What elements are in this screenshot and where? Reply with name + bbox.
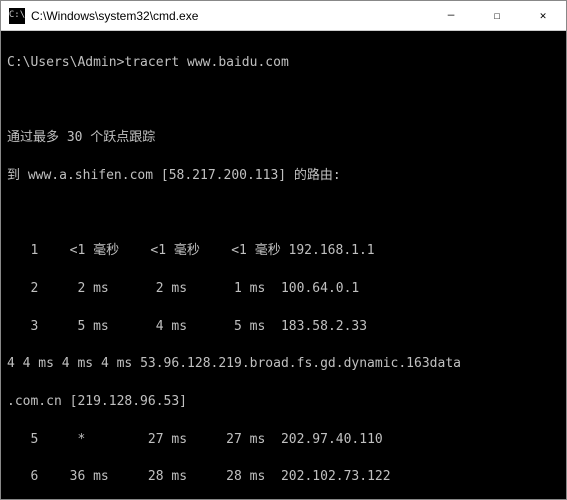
close-button[interactable]: ✕ [520,1,566,30]
blank-line [7,92,560,111]
hop-row-6: 6 36 ms 28 ms 28 ms 202.102.73.122 [7,468,560,487]
hop-row-5: 5 * 27 ms 27 ms 202.97.40.110 [7,431,560,450]
titlebar[interactable]: C:\ C:\Windows\system32\cmd.exe — ☐ ✕ [1,1,566,31]
minimize-button[interactable]: — [428,1,474,30]
cmd-window: C:\ C:\Windows\system32\cmd.exe — ☐ ✕ C:… [0,0,567,500]
hop-row-4-wrap: .com.cn [219.128.96.53] [7,393,560,412]
hop-row-1: 1 <1 毫秒 <1 毫秒 <1 毫秒 192.168.1.1 [7,242,560,261]
maximize-button[interactable]: ☐ [474,1,520,30]
trace-header-2: 到 www.a.shifen.com [58.217.200.113] 的路由: [7,167,560,186]
prompt-prefix: C:\Users\Admin> [7,55,124,70]
window-controls: — ☐ ✕ [428,1,566,30]
hop-row-2: 2 2 ms 2 ms 1 ms 100.64.0.1 [7,280,560,299]
cmd-icon: C:\ [9,8,25,24]
terminal-output[interactable]: C:\Users\Admin>tracert www.baidu.com 通过最… [1,31,566,499]
blank-line [7,205,560,224]
trace-header-1: 通过最多 30 个跃点跟踪 [7,129,560,148]
prompt-line: C:\Users\Admin>tracert www.baidu.com [7,54,560,73]
window-title: C:\Windows\system32\cmd.exe [31,9,428,23]
prompt-command: tracert www.baidu.com [124,55,288,70]
hop-row-4: 4 4 ms 4 ms 4 ms 53.96.128.219.broad.fs.… [7,355,560,374]
hop-row-3: 3 5 ms 4 ms 5 ms 183.58.2.33 [7,318,560,337]
